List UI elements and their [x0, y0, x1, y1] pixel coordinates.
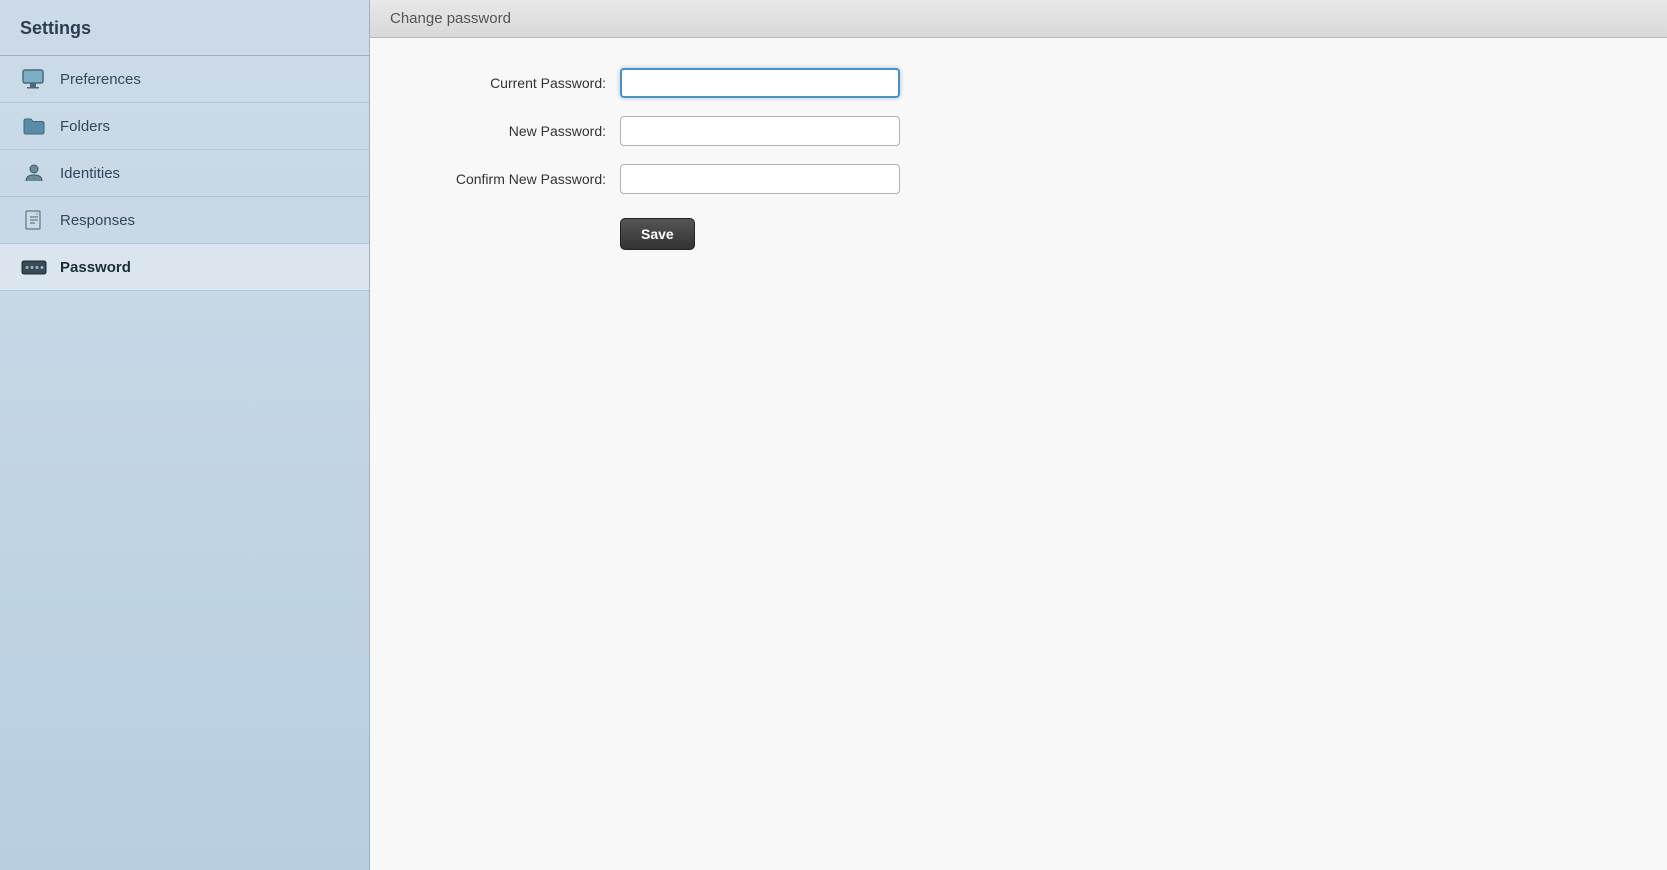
person-icon [20, 162, 48, 184]
main-content: Change password Current Password: New Pa… [370, 0, 1667, 870]
sidebar-item-folders-label: Folders [60, 118, 110, 135]
sidebar-item-responses[interactable]: Responses [0, 197, 369, 244]
sidebar-item-preferences[interactable]: Preferences [0, 56, 369, 103]
confirm-password-label: Confirm New Password: [410, 171, 620, 187]
sidebar-item-identities[interactable]: Identities [0, 150, 369, 197]
save-button[interactable]: Save [620, 218, 695, 250]
sidebar-item-identities-label: Identities [60, 165, 120, 182]
current-password-input[interactable] [620, 68, 900, 98]
current-password-label: Current Password: [410, 75, 620, 91]
main-body: Current Password: New Password: Confirm … [370, 38, 1667, 870]
doc-icon [20, 209, 48, 231]
sidebar-item-responses-label: Responses [60, 212, 135, 229]
sidebar-item-preferences-label: Preferences [60, 71, 141, 88]
folder-icon [20, 115, 48, 137]
sidebar-item-password-label: Password [60, 259, 131, 276]
monitor-icon [20, 68, 48, 90]
current-password-row: Current Password: [410, 68, 1627, 98]
sidebar-item-password[interactable]: Password [0, 244, 369, 291]
confirm-password-row: Confirm New Password: [410, 164, 1627, 194]
password-icon [20, 256, 48, 278]
sidebar-item-folders[interactable]: Folders [0, 103, 369, 150]
new-password-row: New Password: [410, 116, 1627, 146]
sidebar-title: Settings [0, 0, 369, 56]
page-header: Change password [370, 0, 1667, 38]
new-password-label: New Password: [410, 123, 620, 139]
sidebar: Settings Preferences Folders Identities [0, 0, 370, 870]
confirm-password-input[interactable] [620, 164, 900, 194]
new-password-input[interactable] [620, 116, 900, 146]
save-button-row: Save [410, 212, 1627, 250]
